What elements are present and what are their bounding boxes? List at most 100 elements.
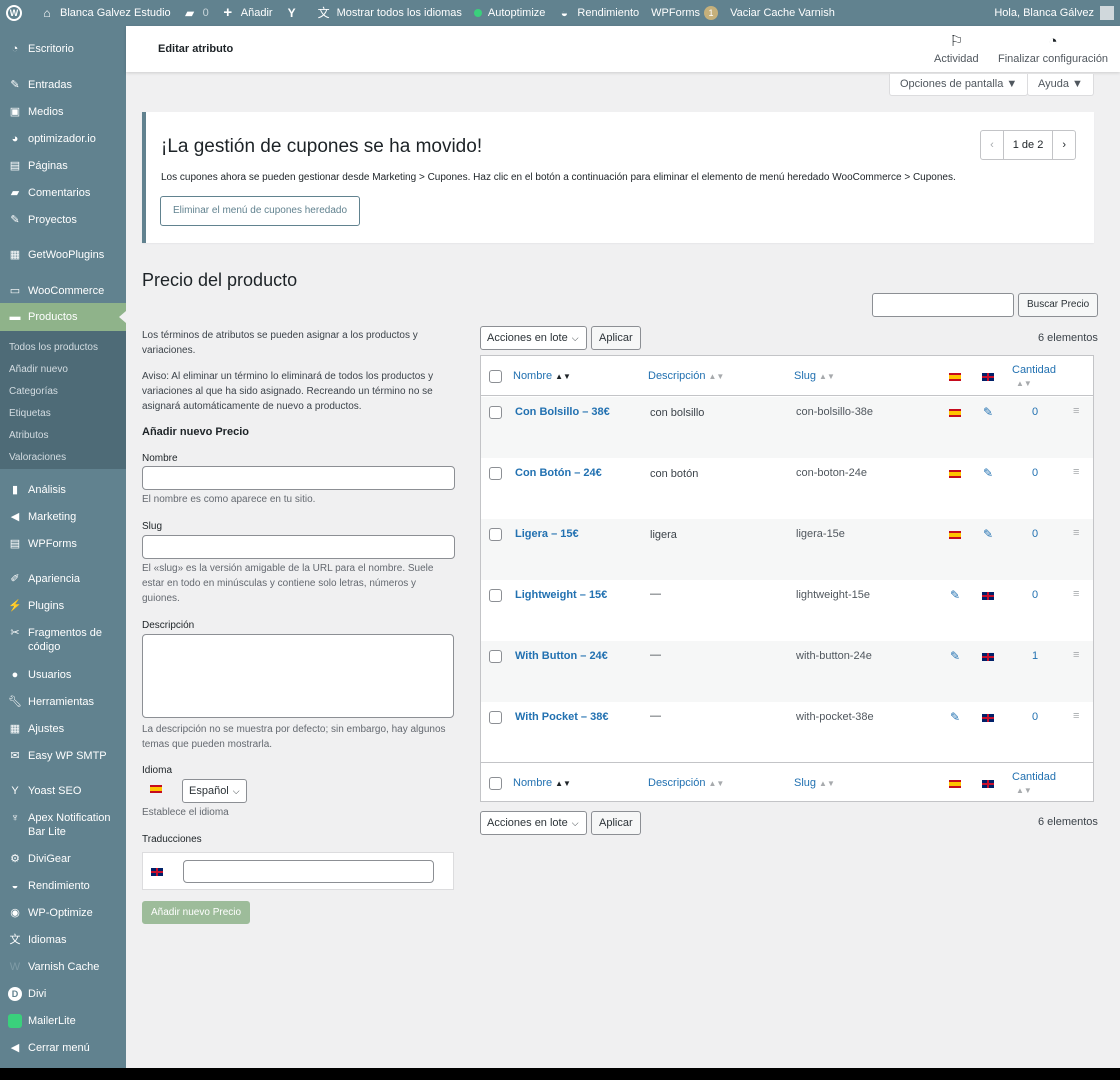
- edit-translation-icon[interactable]: ✎: [983, 466, 993, 480]
- menu-plugins[interactable]: ⚡ Plugins: [0, 599, 126, 613]
- menu-easy-wp-smtp[interactable]: ✉ Easy WP SMTP: [0, 749, 126, 763]
- menu-herramientas[interactable]: 🔧︎ Herramientas: [0, 695, 126, 709]
- menu-wp-optimize[interactable]: ◉ WP-Optimize: [0, 906, 126, 920]
- column-name[interactable]: Nombre ▲▼: [513, 370, 571, 382]
- drag-handle-icon[interactable]: ≡: [1073, 649, 1079, 661]
- search-input[interactable]: [872, 293, 1014, 317]
- term-count[interactable]: 0: [1032, 711, 1038, 723]
- bulk-actions-select-bottom[interactable]: Acciones en lote ⌵: [480, 811, 587, 835]
- translation-input[interactable]: [183, 860, 434, 883]
- account-menu[interactable]: Hola, Blanca Gálvez: [988, 0, 1120, 26]
- column-count[interactable]: Cantidad ▲▼: [1012, 771, 1056, 797]
- table-row[interactable]: Con Botón – 24€ con botón con-boton-24e …: [481, 458, 1093, 519]
- menu-woocommerce[interactable]: ▭ WooCommerce: [0, 284, 126, 298]
- submenu-item[interactable]: Etiquetas: [9, 408, 51, 419]
- languages-link[interactable]: 文 Mostrar todos los idiomas: [311, 0, 468, 26]
- menu-entradas[interactable]: ✎ Entradas: [0, 78, 126, 92]
- wpforms-link[interactable]: WPForms 1: [645, 0, 724, 26]
- language-select[interactable]: Español ⌵: [182, 779, 247, 803]
- term-name-link[interactable]: With Pocket – 38€: [515, 711, 608, 723]
- table-row[interactable]: Lightweight – 15€ — lightweight-15e ✎ 0 …: [481, 580, 1093, 641]
- apply-button-bottom[interactable]: Aplicar: [591, 811, 641, 835]
- select-all-checkbox[interactable]: [489, 370, 502, 383]
- submenu-item[interactable]: Valoraciones: [9, 452, 66, 463]
- wordpress-logo[interactable]: W: [0, 0, 34, 26]
- edit-translation-icon[interactable]: ✎: [983, 405, 993, 419]
- pager-next-button[interactable]: ›: [1052, 131, 1075, 159]
- menu-fragmentos[interactable]: ✂ Fragmentos de código: [0, 626, 120, 654]
- menu-escritorio[interactable]: ◔ Escritorio: [0, 42, 126, 56]
- site-name-link[interactable]: ⌂ Blanca Galvez Estudio: [34, 0, 177, 26]
- term-name-link[interactable]: Ligera – 15€: [515, 528, 579, 540]
- term-name-link[interactable]: Lightweight – 15€: [515, 589, 607, 601]
- apply-button-top[interactable]: Aplicar: [591, 326, 641, 350]
- term-count[interactable]: 0: [1032, 406, 1038, 418]
- row-checkbox[interactable]: [489, 589, 502, 602]
- edit-translation-icon[interactable]: ✎: [950, 588, 960, 602]
- submenu-item[interactable]: Todos los productos: [9, 342, 98, 353]
- term-count[interactable]: 0: [1032, 528, 1038, 540]
- submenu-item[interactable]: Atributos: [9, 430, 48, 441]
- menu-varnish[interactable]: W Varnish Cache: [0, 960, 126, 974]
- screen-options-button[interactable]: Opciones de pantalla ▼: [889, 74, 1029, 96]
- remove-coupon-menu-button[interactable]: Eliminar el menú de cupones heredado: [160, 196, 360, 226]
- term-name-link[interactable]: Con Bolsillo – 38€: [515, 406, 610, 418]
- description-textarea[interactable]: [142, 634, 454, 718]
- slug-input[interactable]: [142, 535, 455, 559]
- edit-translation-icon[interactable]: ✎: [983, 527, 993, 541]
- menu-divigear[interactable]: ⚙ DiviGear: [0, 852, 126, 866]
- menu-getwooplugins[interactable]: ▦ GetWooPlugins: [0, 248, 126, 262]
- table-row[interactable]: With Button – 24€ — with-button-24e ✎ 1 …: [481, 641, 1093, 702]
- row-checkbox[interactable]: [489, 406, 502, 419]
- menu-usuarios[interactable]: ● Usuarios: [0, 668, 126, 682]
- menu-rendimiento[interactable]: ◒ Rendimiento: [0, 879, 126, 893]
- row-checkbox[interactable]: [489, 528, 502, 541]
- table-row[interactable]: With Pocket – 38€ — with-pocket-38e ✎ 0 …: [481, 702, 1093, 763]
- menu-apex[interactable]: ♆ Apex Notification Bar Lite: [0, 811, 120, 839]
- menu-optimizador[interactable]: ◕ optimizador.io: [0, 132, 126, 146]
- row-checkbox[interactable]: [489, 711, 502, 724]
- yoast-link[interactable]: Y: [279, 0, 311, 26]
- column-description[interactable]: Descripción ▲▼: [648, 370, 724, 382]
- column-description[interactable]: Descripción ▲▼: [648, 777, 724, 789]
- add-new-link[interactable]: + Añadir: [215, 0, 279, 26]
- name-input[interactable]: [142, 466, 455, 490]
- bulk-actions-select-top[interactable]: Acciones en lote ⌵: [480, 326, 587, 350]
- select-all-checkbox[interactable]: [489, 777, 502, 790]
- menu-idiomas[interactable]: 文 Idiomas: [0, 933, 126, 947]
- menu-collapse[interactable]: ◀ Cerrar menú: [0, 1041, 126, 1055]
- add-new-price-button[interactable]: Añadir nuevo Precio: [142, 901, 251, 924]
- activity-button[interactable]: ⚐ Actividad: [934, 33, 979, 65]
- menu-yoast[interactable]: Y Yoast SEO: [0, 784, 126, 798]
- term-name-link[interactable]: With Button – 24€: [515, 650, 608, 662]
- edit-translation-icon[interactable]: ✎: [950, 649, 960, 663]
- help-button[interactable]: Ayuda ▼: [1027, 74, 1094, 96]
- menu-proyectos[interactable]: ✎ Proyectos: [0, 213, 126, 227]
- row-checkbox[interactable]: [489, 467, 502, 480]
- performance-link[interactable]: ◒ Rendimiento: [551, 0, 645, 26]
- column-slug[interactable]: Slug ▲▼: [794, 370, 835, 382]
- drag-handle-icon[interactable]: ≡: [1073, 588, 1079, 600]
- edit-translation-icon[interactable]: ✎: [950, 710, 960, 724]
- term-count[interactable]: 1: [1032, 650, 1038, 662]
- menu-analisis[interactable]: ▮ Análisis: [0, 483, 126, 497]
- table-row[interactable]: Ligera – 15€ ligera ligera-15e ✎ 0 ≡: [481, 519, 1093, 580]
- menu-mailerlite[interactable]: MailerLite: [0, 1014, 126, 1028]
- drag-handle-icon[interactable]: ≡: [1073, 710, 1079, 722]
- menu-wpforms[interactable]: ▤ WPForms: [0, 537, 126, 551]
- menu-ajustes[interactable]: ▦ Ajustes: [0, 722, 126, 736]
- comments-link[interactable]: ▰ 0: [177, 0, 215, 26]
- menu-productos[interactable]: ▬ Productos: [0, 303, 126, 331]
- term-count[interactable]: 0: [1032, 589, 1038, 601]
- menu-apariencia[interactable]: ✐ Apariencia: [0, 572, 126, 586]
- table-row[interactable]: Con Bolsillo – 38€ con bolsillo con-bols…: [481, 397, 1093, 458]
- term-count[interactable]: 0: [1032, 467, 1038, 479]
- search-button[interactable]: Buscar Precio: [1018, 293, 1099, 317]
- pager-prev-button[interactable]: ‹: [981, 131, 1004, 159]
- menu-divi[interactable]: D Divi: [0, 987, 126, 1001]
- menu-medios[interactable]: ▣ Medios: [0, 105, 126, 119]
- menu-marketing[interactable]: ◀ Marketing: [0, 510, 126, 524]
- term-name-link[interactable]: Con Botón – 24€: [515, 467, 602, 479]
- menu-paginas[interactable]: ▤ Páginas: [0, 159, 126, 173]
- row-checkbox[interactable]: [489, 650, 502, 663]
